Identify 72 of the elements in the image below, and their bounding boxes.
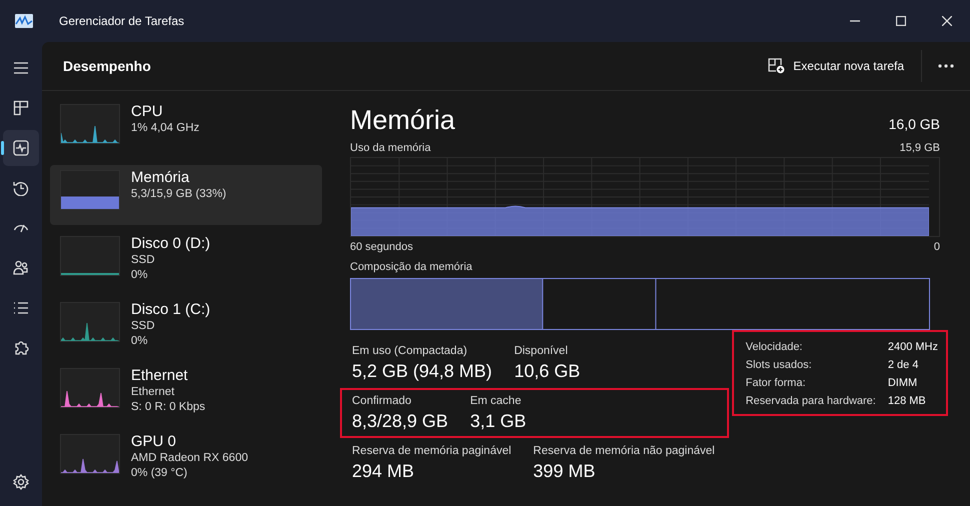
device-info: AMD Radeon RX 6600: [131, 451, 248, 466]
menu-icon: [13, 60, 29, 76]
info-value: 2400 MHz: [888, 340, 938, 355]
sidebar-item[interactable]: CPU 1% 4,04 GHz: [50, 99, 322, 159]
device-name: Memória: [131, 168, 190, 187]
window-title: Gerenciador de Tarefas: [59, 14, 186, 28]
list-icon: [13, 300, 29, 316]
performance-tab[interactable]: [3, 130, 39, 166]
users-icon: [13, 260, 29, 276]
total-memory: 16,0 GB: [888, 116, 940, 132]
page-title: Desempenho: [63, 58, 152, 74]
device-info: 0%: [131, 268, 149, 283]
puzzle-icon: [13, 340, 29, 356]
chart-max: 15,9 GB: [900, 142, 940, 154]
stat-value: 3,1 GB: [470, 410, 526, 433]
info-label: Fator forma:: [746, 376, 807, 391]
stat-value: 399 MB: [533, 460, 596, 483]
device-name: GPU 0: [131, 432, 178, 451]
device-info: 1% 4,04 GHz: [131, 121, 200, 136]
device-info: 5,3/15,9 GB (33%): [131, 187, 226, 202]
info-label: Velocidade:: [746, 340, 804, 355]
stat-label: Reserva de memória paginável: [352, 444, 512, 459]
axis-min: 0: [934, 241, 940, 253]
usage-sparkline: [60, 434, 120, 474]
chart-label: Composição da memória: [350, 261, 472, 273]
device-info: SSD: [131, 319, 156, 334]
settings-icon: [13, 474, 29, 490]
stat-label: Em cache: [470, 394, 522, 409]
info-value: 128 MB: [888, 394, 927, 409]
device-info: Ethernet: [131, 385, 176, 400]
app-icon: [15, 14, 33, 28]
sidebar-item[interactable]: GPU 0 AMD Radeon RX 6600 0% (39 °C): [50, 429, 322, 489]
device-name: CPU: [131, 102, 164, 121]
stat-value: 294 MB: [352, 460, 416, 483]
info-value: DIMM: [888, 376, 918, 391]
stat-label: Em uso (Compactada): [352, 344, 468, 359]
time-label: 60 segundos: [350, 241, 413, 253]
stat-value: 8,3/28,9 GB: [352, 410, 448, 433]
device-name: Disco 0 (D:): [131, 234, 210, 253]
device-name: Ethernet: [131, 366, 189, 385]
info-value: 2 de 4: [888, 358, 920, 373]
run-new-task-button[interactable]: Executar nova tarefa: [760, 52, 912, 80]
sidebar-item[interactable]: Memória 5,3/15,9 GB (33%): [50, 165, 322, 225]
stat-label: Confirmado: [352, 394, 412, 409]
device-info: 0%: [131, 334, 149, 349]
pulse-icon: [13, 140, 29, 156]
device-info: S: 0 R: 0 Kbps: [131, 400, 206, 415]
stat-label: Disponível: [514, 344, 569, 359]
sidebar-item[interactable]: Ethernet Ethernet S: 0 R: 0 Kbps: [50, 363, 322, 423]
device-name: Disco 1 (C:): [131, 300, 210, 319]
window-plus-icon: [768, 58, 786, 74]
usage-sparkline: [60, 236, 120, 276]
usage-sparkline: [60, 302, 120, 342]
stat-label: Reserva de memória não paginável: [533, 444, 715, 459]
chart-label: Uso da memória: [350, 142, 431, 154]
close-icon: [942, 16, 952, 26]
info-label: Reservada para hardware:: [746, 394, 876, 409]
usage-sparkline: [60, 104, 120, 144]
info-label: Slots usados:: [746, 358, 813, 373]
device-info: SSD: [131, 253, 156, 268]
usage-sparkline: [60, 170, 120, 210]
device-info: 0% (39 °C): [131, 466, 188, 481]
sidebar-item[interactable]: Disco 1 (C:) SSD 0%: [50, 297, 322, 357]
maximize-icon: [896, 16, 906, 26]
sidebar-item[interactable]: Disco 0 (D:) SSD 0%: [50, 231, 322, 291]
stat-value: 5,2 GB (94,8 MB): [352, 360, 492, 383]
history-icon: [13, 180, 29, 196]
grid-icon: [13, 100, 29, 116]
stat-value: 10,6 GB: [514, 360, 580, 383]
usage-sparkline: [60, 368, 120, 408]
section-title: Memória: [350, 105, 456, 136]
more-icon: [938, 64, 954, 68]
